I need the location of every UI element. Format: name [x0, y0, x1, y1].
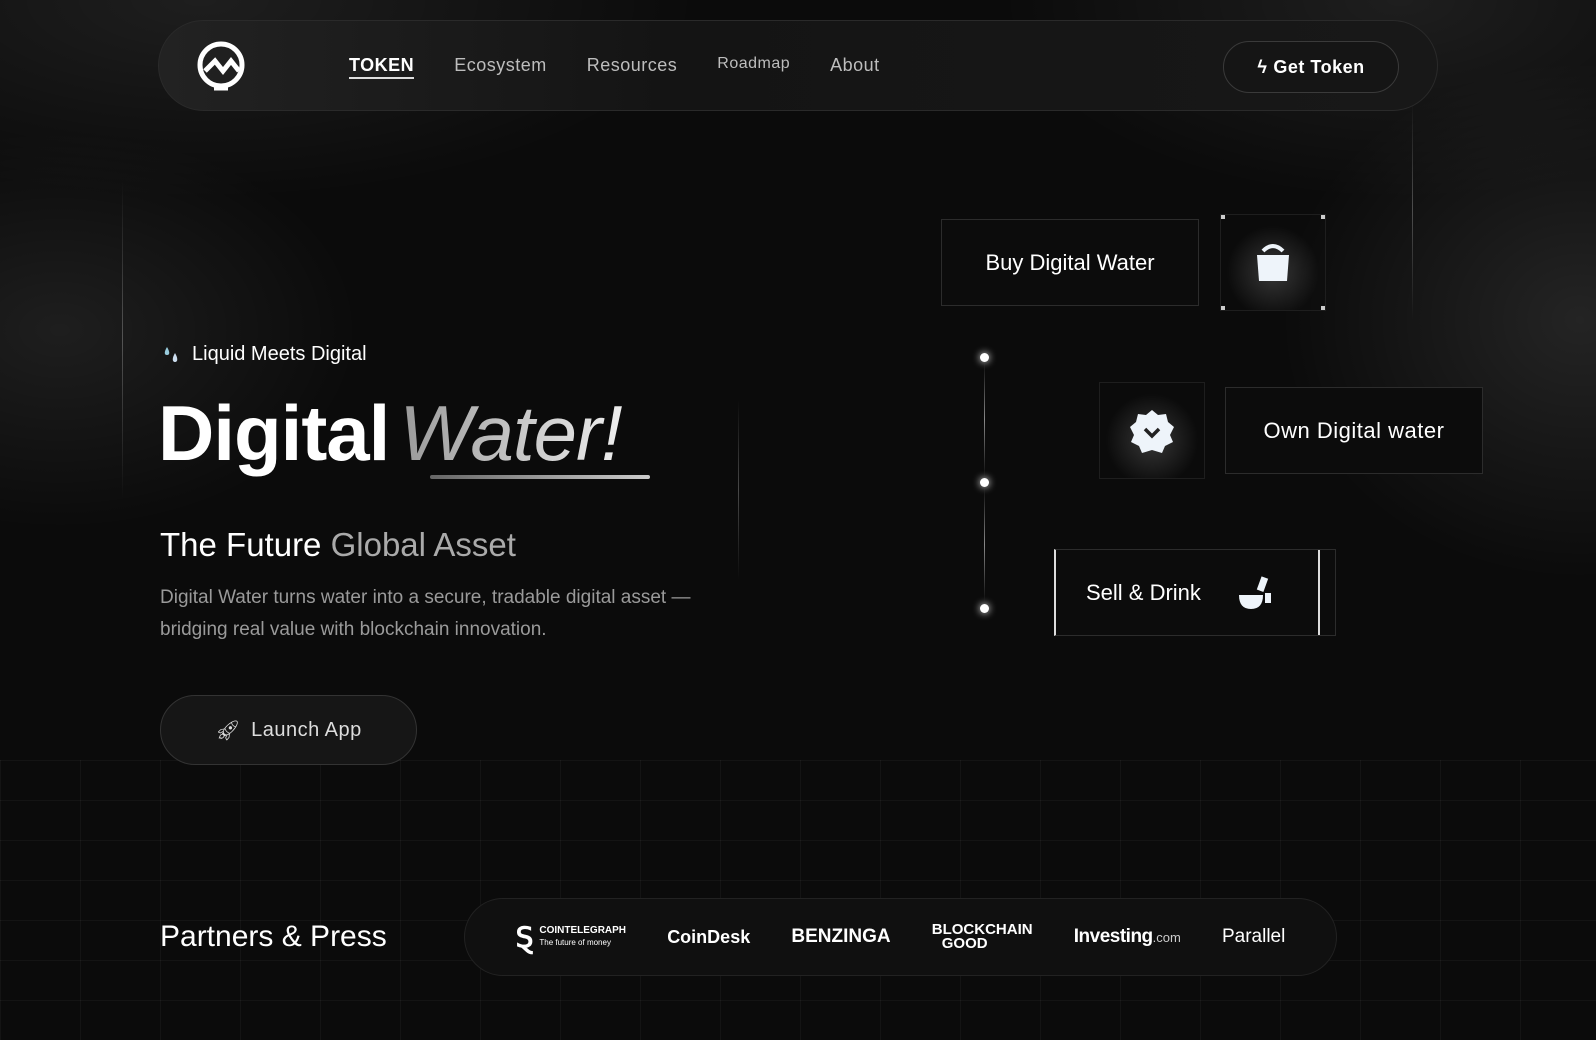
coindesk-logo[interactable]: CoinDesk: [667, 927, 750, 948]
step-own-label: Own Digital water: [1263, 417, 1445, 443]
rocket-icon: 🚀︎: [215, 719, 242, 742]
cointelegraph-name: COINTELEGRAPH: [539, 925, 627, 936]
get-token-button[interactable]: ϟ Get Token: [1223, 41, 1399, 93]
subtitle-a: The Future: [160, 526, 322, 563]
logo-icon[interactable]: [195, 41, 247, 93]
nav-ecosystem[interactable]: Ecosystem: [454, 55, 547, 79]
benzinga-logo[interactable]: BENZINGA: [791, 926, 890, 948]
investing-tld: .com: [1152, 930, 1181, 945]
get-token-label: Get Token: [1273, 56, 1365, 77]
deco-line: [122, 180, 123, 500]
partners-title: Partners & Press: [160, 920, 387, 953]
bfg-line2: GOOD: [941, 935, 988, 952]
cointelegraph-icon: Ȿ: [515, 921, 534, 953]
badge-icon-box: [1099, 382, 1205, 479]
timeline-dot: [980, 478, 989, 487]
timeline-line: [984, 362, 985, 477]
step-sell: Sell & Drink: [1054, 549, 1336, 636]
timeline-dot: [980, 353, 989, 362]
partners-logos: Ȿ COINTELEGRAPH The future of money CoinDe…: [464, 898, 1337, 976]
launch-app-button[interactable]: 🚀︎ Launch App: [160, 695, 417, 765]
title-water: Water!: [399, 389, 622, 477]
investing-name: Investing: [1073, 926, 1153, 947]
nav-token[interactable]: TOKEN: [349, 55, 415, 79]
launch-label: Launch App: [251, 718, 362, 741]
blockchain-for-good-logo[interactable]: BLOCKCHAIN GOOD: [932, 922, 1033, 952]
nav-resources[interactable]: Resources: [587, 55, 678, 79]
parallel-logo[interactable]: Parallel: [1222, 926, 1285, 948]
drink-bottle-icon: [1238, 575, 1271, 609]
deco-line: [738, 400, 739, 580]
timeline-dot: [980, 604, 989, 613]
hero-description: Digital Water turns water into a secure,…: [160, 587, 691, 640]
step-buy-label: Buy Digital Water: [985, 249, 1155, 275]
cointelegraph-slogan: The future of money: [539, 938, 611, 947]
tagline-text: Liquid Meets Digital: [192, 343, 367, 365]
timeline-line: [984, 487, 985, 602]
nav-about[interactable]: About: [830, 55, 880, 79]
hero-title: Digital Water!: [158, 388, 623, 479]
step-sell-label: Sell & Drink: [1086, 579, 1201, 605]
bucket-icon: [1257, 243, 1289, 281]
bolt-icon: ϟ: [1257, 56, 1268, 77]
title-digital: Digital: [158, 389, 390, 477]
navbar: TOKEN Ecosystem Resources Roadmap About …: [158, 20, 1438, 111]
step-buy: Buy Digital Water: [941, 219, 1199, 306]
nav-roadmap[interactable]: Roadmap: [717, 55, 790, 79]
hero-subtitle: The Future Global Asset: [160, 526, 516, 564]
bucket-icon-box: [1220, 214, 1326, 311]
step-sell-edge: [1318, 550, 1320, 635]
tagline: Liquid Meets Digital: [162, 343, 367, 366]
water-drops-icon: [164, 346, 178, 362]
deco-line: [1412, 100, 1413, 320]
title-underline: [430, 475, 650, 479]
verified-badge-icon: [1130, 409, 1174, 453]
cointelegraph-logo[interactable]: Ȿ COINTELEGRAPH The future of money: [516, 921, 626, 954]
investing-logo[interactable]: Investing.com: [1074, 926, 1181, 948]
subtitle-b: Global Asset: [330, 526, 516, 563]
step-own: Own Digital water: [1225, 387, 1483, 474]
